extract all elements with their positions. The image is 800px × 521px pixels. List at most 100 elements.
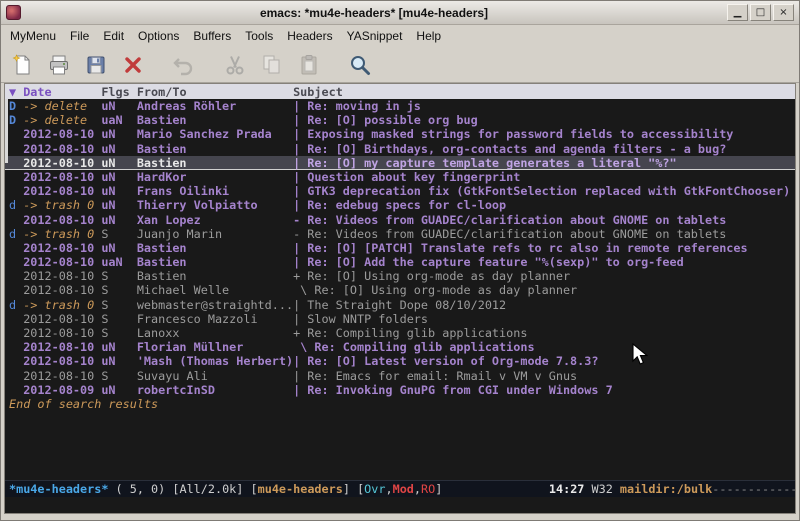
message-row[interactable]: 2012-08-10 uN Xan Lopez - Re: Videos fro…: [5, 213, 795, 227]
message-row[interactable]: 2012-08-10 S Suvayu Ali | Re: Emacs for …: [5, 369, 795, 383]
column-gap: [94, 127, 101, 141]
column-gap: [130, 184, 137, 198]
modeline-segment: [: [251, 482, 258, 496]
message-row[interactable]: 2012-08-10 uN Mario Sanchez Prada | Expo…: [5, 127, 795, 141]
close-buffer-icon[interactable]: [116, 50, 150, 80]
message-date: 2012-08-10: [23, 269, 94, 283]
message-date: 2012-08-10: [23, 241, 94, 255]
column-gap: [94, 283, 101, 297]
message-row[interactable]: 2012-08-09 uN robertcInSD | Re: Invoking…: [5, 383, 795, 397]
message-row[interactable]: D -> delete uN Andreas Röhler | Re: movi…: [5, 99, 795, 113]
column-gap: [94, 255, 101, 269]
message-row[interactable]: 2012-08-10 S Michael Welle \ Re: [O] Usi…: [5, 283, 795, 297]
message-from: Florian Müllner: [137, 340, 293, 354]
message-subject: | Re: edebug specs for cl-loop: [293, 198, 795, 212]
column-flags[interactable]: Flgs: [101, 85, 137, 99]
message-subject: | Re: moving in js: [293, 99, 795, 113]
message-subject: | Re: Invoking GnuPG from CGI under Wind…: [293, 383, 795, 397]
message-from: Bastien: [137, 156, 293, 170]
mark-prefix: [9, 241, 23, 255]
mark-prefix: D: [9, 99, 23, 113]
column-gap: [94, 113, 101, 127]
column-gap: [94, 170, 101, 184]
menu-buffers[interactable]: Buffers: [186, 27, 238, 45]
modeline-segment: Mod: [393, 482, 414, 496]
message-row[interactable]: 2012-08-10 uN 'Mash (Thomas Herbert) | R…: [5, 354, 795, 368]
modeline-segment: [442, 482, 549, 496]
menu-file[interactable]: File: [63, 27, 96, 45]
maximize-button[interactable]: □: [750, 4, 771, 21]
close-button[interactable]: ×: [773, 4, 794, 21]
message-from: Bastien: [137, 269, 293, 283]
message-date: -> trash 0: [23, 227, 94, 241]
message-row[interactable]: 2012-08-10 uN Bastien | Re: [O] Birthday…: [5, 142, 795, 156]
mark-prefix: [9, 156, 23, 170]
menu-tools[interactable]: Tools: [238, 27, 280, 45]
message-row[interactable]: 2012-08-10 uaN Bastien | Re: [O] Add the…: [5, 255, 795, 269]
message-date: 2012-08-10: [23, 255, 94, 269]
message-flags: uN: [101, 383, 129, 397]
message-from: Xan Lopez: [137, 213, 293, 227]
message-row[interactable]: d -> trash 0 uN Thierry Volpiatto | Re: …: [5, 198, 795, 212]
column-gap: [94, 269, 101, 283]
minimize-button[interactable]: ▁: [727, 4, 748, 21]
sort-column-date[interactable]: ▼ Date: [9, 85, 101, 99]
column-gap: [94, 241, 101, 255]
message-row[interactable]: 2012-08-10 uN Florian Müllner \ Re: Comp…: [5, 340, 795, 354]
column-gap: [94, 99, 101, 113]
scrollbar[interactable]: [5, 99, 8, 469]
message-date: 2012-08-10: [23, 142, 94, 156]
column-gap: [130, 283, 137, 297]
mode-line[interactable]: *mu4e-headers* ( 5, 0) [All/2.0k] [mu4e-…: [5, 480, 795, 497]
modeline-segment: mu4e-headers: [258, 482, 343, 496]
message-row[interactable]: D -> delete uaN Bastien | Re: [O] possib…: [5, 113, 795, 127]
message-from: Thierry Volpiatto: [137, 198, 293, 212]
mark-prefix: [9, 269, 23, 283]
message-row[interactable]: 2012-08-10 uN Bastien | Re: [O] [PATCH] …: [5, 241, 795, 255]
menu-edit[interactable]: Edit: [96, 27, 131, 45]
menu-options[interactable]: Options: [131, 27, 186, 45]
search-icon[interactable]: [343, 50, 377, 80]
message-row[interactable]: 2012-08-10 uN Bastien | Re: [O] my captu…: [5, 156, 795, 170]
column-gap: [130, 198, 137, 212]
column-gap: [130, 340, 137, 354]
message-row[interactable]: 2012-08-10 S Lanoxx + Re: Compiling glib…: [5, 326, 795, 340]
scrollbar-thumb[interactable]: [5, 99, 8, 163]
modeline-segment: *mu4e-headers*: [9, 482, 108, 496]
message-row[interactable]: 2012-08-10 uN HardKor | Question about k…: [5, 170, 795, 184]
column-gap: [130, 241, 137, 255]
mark-prefix: [9, 383, 23, 397]
message-date: 2012-08-10: [23, 213, 94, 227]
message-date: 2012-08-10: [23, 340, 94, 354]
menu-help[interactable]: Help: [409, 27, 448, 45]
column-subject[interactable]: Subject: [293, 85, 343, 99]
mark-prefix: d: [9, 298, 23, 312]
message-flags: S: [101, 283, 129, 297]
message-from: Lanoxx: [137, 326, 293, 340]
menu-headers[interactable]: Headers: [280, 27, 339, 45]
message-date: -> delete: [23, 113, 94, 127]
print-icon[interactable]: [42, 50, 76, 80]
message-subject: - Re: Videos from GUADEC/clarification a…: [293, 227, 795, 241]
emacs-window: emacs: *mu4e-headers* [mu4e-headers] ▁□×…: [0, 0, 800, 521]
new-file-icon[interactable]: [5, 50, 39, 80]
message-row[interactable]: 2012-08-10 S Francesco Mazzoli | Slow NN…: [5, 312, 795, 326]
message-row[interactable]: d -> trash 0 S webmaster@straightd... | …: [5, 298, 795, 312]
message-row[interactable]: d -> trash 0 S Juanjo Marin - Re: Videos…: [5, 227, 795, 241]
message-row[interactable]: 2012-08-10 S Bastien + Re: [O] Using org…: [5, 269, 795, 283]
mark-prefix: d: [9, 227, 23, 241]
message-date: -> trash 0: [23, 198, 94, 212]
titlebar[interactable]: emacs: *mu4e-headers* [mu4e-headers] ▁□×: [1, 1, 799, 25]
column-gap: [94, 213, 101, 227]
save-icon[interactable]: [79, 50, 113, 80]
message-from: robertcInSD: [137, 383, 293, 397]
message-from: HardKor: [137, 170, 293, 184]
message-row[interactable]: 2012-08-10 uN Frans Oilinki | GTK3 depre…: [5, 184, 795, 198]
menubar: MyMenuFileEditOptionsBuffersToolsHeaders…: [1, 25, 799, 47]
menu-mymenu[interactable]: MyMenu: [3, 27, 63, 45]
message-subject: | The Straight Dope 08/10/2012: [293, 298, 795, 312]
echo-area: [5, 497, 795, 513]
message-from: Bastien: [137, 255, 293, 269]
column-from[interactable]: From/To: [137, 85, 293, 99]
menu-yasnippet[interactable]: YASnippet: [340, 27, 410, 45]
